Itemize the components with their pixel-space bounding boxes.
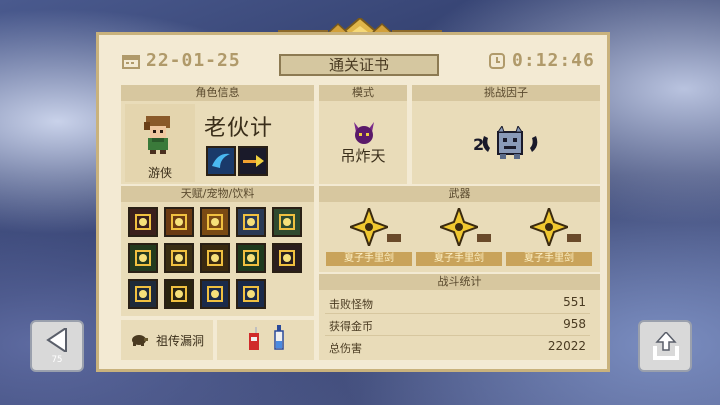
gold-badge-icon[interactable] [200, 207, 230, 237]
stat-value: 958 [563, 317, 586, 331]
item-icon [477, 234, 491, 242]
turtle-pet-icon [132, 335, 148, 346]
shuriken-icon [530, 208, 568, 246]
green-arrows-icon[interactable] [128, 243, 158, 273]
gold-rays-icon[interactable] [164, 243, 194, 273]
share-icon [653, 332, 679, 360]
weapon-name: 夏子手里剑 [506, 252, 592, 266]
page-title: 通关证书 [279, 54, 439, 76]
date-display: 22-01-25 [122, 50, 241, 71]
stat-value: 551 [563, 295, 586, 309]
weapon-item[interactable]: 夏子手里剑 [416, 206, 502, 268]
demon-horns-icon [354, 122, 374, 144]
gold-wings-icon[interactable] [164, 279, 194, 309]
time-display: 0:12:46 [488, 50, 595, 71]
date-text: 22-01-25 [146, 50, 241, 71]
character-section-label: 角色信息 [121, 85, 314, 101]
weapon-item[interactable]: 夏子手里剑 [506, 206, 592, 268]
time-text: 0:12:46 [512, 50, 595, 71]
monitor-icon[interactable] [236, 207, 266, 237]
gargoyle-challenge-icon[interactable] [482, 126, 538, 160]
weapon-name: 夏子手里剑 [416, 252, 502, 266]
drinks-panel [217, 320, 314, 360]
skill-wave-icon[interactable] [206, 146, 236, 176]
flame-shield-icon[interactable] [164, 207, 194, 237]
blue-potion-icon [274, 325, 284, 350]
circle-target-icon[interactable] [128, 279, 158, 309]
stat-row-damage: 总伤害 22022 [325, 337, 590, 357]
weapon-item[interactable]: 夏子手里剑 [326, 206, 412, 268]
green-cube-icon[interactable] [272, 207, 302, 237]
blue-brain-icon[interactable] [236, 279, 266, 309]
stat-label: 击败怪物 [329, 298, 373, 311]
shuriken-icon [440, 208, 478, 246]
stats-section-label: 战斗统计 [319, 274, 600, 290]
weapons-section-label: 武器 [319, 186, 600, 202]
character-name: 老伙计 [204, 116, 274, 141]
potion-plus2-icon[interactable] [272, 243, 302, 273]
clock-icon [489, 52, 505, 69]
item-icon [387, 234, 401, 242]
character-class: 游侠 [147, 166, 172, 180]
weapon-name: 夏子手里剑 [326, 252, 412, 266]
triangle-left-icon [46, 328, 67, 352]
red-slash-icon[interactable] [128, 207, 158, 237]
challenge-section-label: 挑战因子 [412, 85, 600, 101]
back-button[interactable]: 75 [30, 320, 84, 372]
share-button[interactable] [638, 320, 692, 372]
calendar-icon [122, 54, 140, 69]
stat-row-gold: 获得金币 958 [325, 315, 590, 336]
shuriken-icon [350, 208, 388, 246]
item-icon [567, 234, 581, 242]
mode-name: 吊炸天 [340, 147, 386, 165]
mode-section-label: 模式 [319, 85, 407, 101]
blue-blades-icon[interactable] [200, 279, 230, 309]
skill-dash-icon[interactable] [238, 146, 268, 176]
back-button-label: 75 [51, 355, 63, 365]
green-shield-icon[interactable] [236, 243, 266, 273]
stat-label: 获得金币 [329, 320, 373, 333]
talents-section-label: 天赋/宠物/饮料 [121, 186, 314, 202]
stat-label: 总伤害 [329, 342, 362, 355]
explosion-icon[interactable] [200, 243, 230, 273]
ranger-sprite-icon [144, 116, 170, 154]
stat-row-kills: 击败怪物 551 [325, 293, 590, 314]
stat-value: 22022 [547, 339, 586, 353]
pet-name: 祖传漏洞 [156, 334, 205, 348]
red-drink-icon [249, 327, 259, 350]
